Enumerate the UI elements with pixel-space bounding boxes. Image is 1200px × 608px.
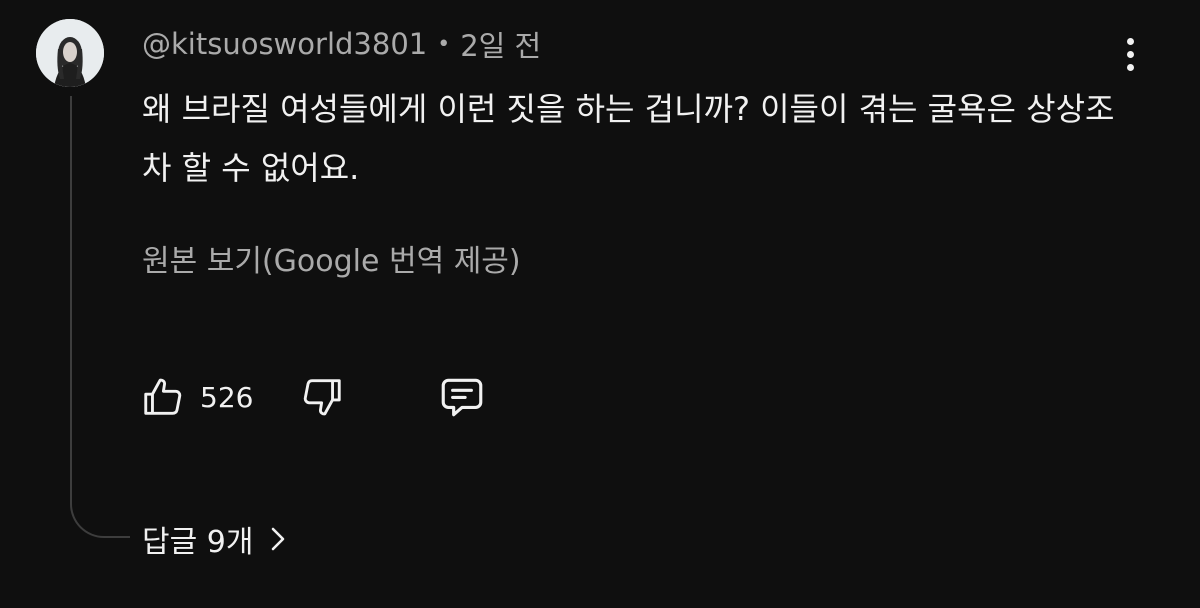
view-replies-button[interactable]: 답글 9개	[142, 516, 289, 562]
reply-thread-line	[70, 96, 130, 538]
author-handle[interactable]: @kitsuosworld3801	[142, 27, 427, 61]
comment-actions: 526	[140, 372, 487, 422]
dislike-button[interactable]	[299, 374, 345, 420]
comment-timestamp[interactable]: 2일 전	[460, 23, 541, 65]
thumbs-down-icon	[304, 379, 342, 416]
chevron-right-icon	[272, 527, 285, 551]
reply-button[interactable]	[437, 372, 487, 422]
comment-icon	[442, 378, 483, 417]
replies-label: 답글 9개	[142, 525, 254, 560]
avatar-image	[36, 19, 104, 87]
show-original-link[interactable]: 원본 보기(Google 번역 제공)	[142, 236, 521, 280]
comment-header: @kitsuosworld3801 • 2일 전	[142, 24, 541, 64]
more-options-button[interactable]	[1112, 32, 1148, 76]
thumbs-up-icon	[144, 378, 182, 415]
header-separator: •	[437, 31, 451, 57]
comment-thread: @kitsuosworld3801 • 2일 전 왜 브라질 여성들에게 이런 …	[0, 0, 1200, 608]
avatar[interactable]	[36, 19, 104, 87]
like-count: 526	[200, 380, 254, 414]
like-button[interactable]: 526	[140, 374, 253, 420]
comment-text: 왜 브라질 여성들에게 이런 짓을 하는 겁니까? 이들이 겪는 굴욕은 상상조…	[142, 90, 1115, 187]
more-vertical-icon	[1126, 37, 1134, 45]
